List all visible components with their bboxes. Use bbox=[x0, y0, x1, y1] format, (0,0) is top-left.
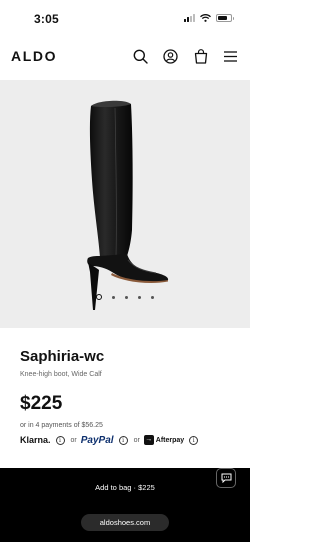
carousel-dot-1[interactable] bbox=[96, 294, 102, 300]
product-description: Knee-high boot, Wide Calf bbox=[20, 371, 102, 378]
battery-icon bbox=[216, 14, 234, 22]
paypal-logo: PayPal bbox=[80, 434, 114, 446]
carousel-dot-5[interactable] bbox=[151, 295, 154, 299]
payment-options: Klarna. i or PayPal i or → Afterpay i bbox=[20, 433, 199, 447]
product-name: Saphiria-wc bbox=[20, 348, 105, 365]
signal-icon bbox=[184, 14, 195, 22]
carousel-dot-2[interactable] bbox=[112, 295, 115, 299]
add-to-bag-button[interactable]: Add to bag · $225 bbox=[0, 480, 250, 496]
product-price: $225 bbox=[20, 393, 63, 414]
carousel-dot-4[interactable] bbox=[138, 295, 141, 299]
header-icons bbox=[131, 47, 240, 66]
installments-text: or in 4 payments of $56.25 bbox=[20, 422, 103, 429]
afterpay-logo-icon: → bbox=[143, 435, 154, 445]
aldo-logo[interactable]: ALDO bbox=[11, 48, 57, 64]
status-time: 3:05 bbox=[34, 12, 59, 26]
or-label: or bbox=[70, 436, 77, 444]
product-image-carousel[interactable] bbox=[0, 80, 250, 328]
carousel-dot-3[interactable] bbox=[125, 295, 128, 299]
site-header: ALDO bbox=[0, 38, 250, 76]
afterpay-logo: Afterpay bbox=[155, 436, 185, 444]
afterpay-info-icon[interactable]: i bbox=[189, 435, 199, 445]
product-image bbox=[87, 100, 169, 310]
wifi-icon bbox=[200, 14, 211, 22]
search-icon[interactable] bbox=[131, 47, 150, 66]
status-icons bbox=[184, 14, 234, 22]
menu-icon[interactable] bbox=[221, 47, 240, 66]
account-icon[interactable] bbox=[161, 47, 180, 66]
klarna-info-icon[interactable]: i bbox=[55, 435, 65, 445]
klarna-logo: Klarna. bbox=[20, 435, 51, 445]
or-label: or bbox=[133, 436, 140, 444]
paypal-info-icon[interactable]: i bbox=[118, 435, 128, 445]
carousel-dots bbox=[0, 294, 250, 300]
browser-url-bar[interactable]: aldoshoes.com bbox=[81, 514, 169, 531]
chat-icon[interactable] bbox=[216, 468, 236, 488]
status-bar: 3:05 bbox=[0, 0, 250, 38]
bag-icon[interactable] bbox=[191, 47, 210, 66]
